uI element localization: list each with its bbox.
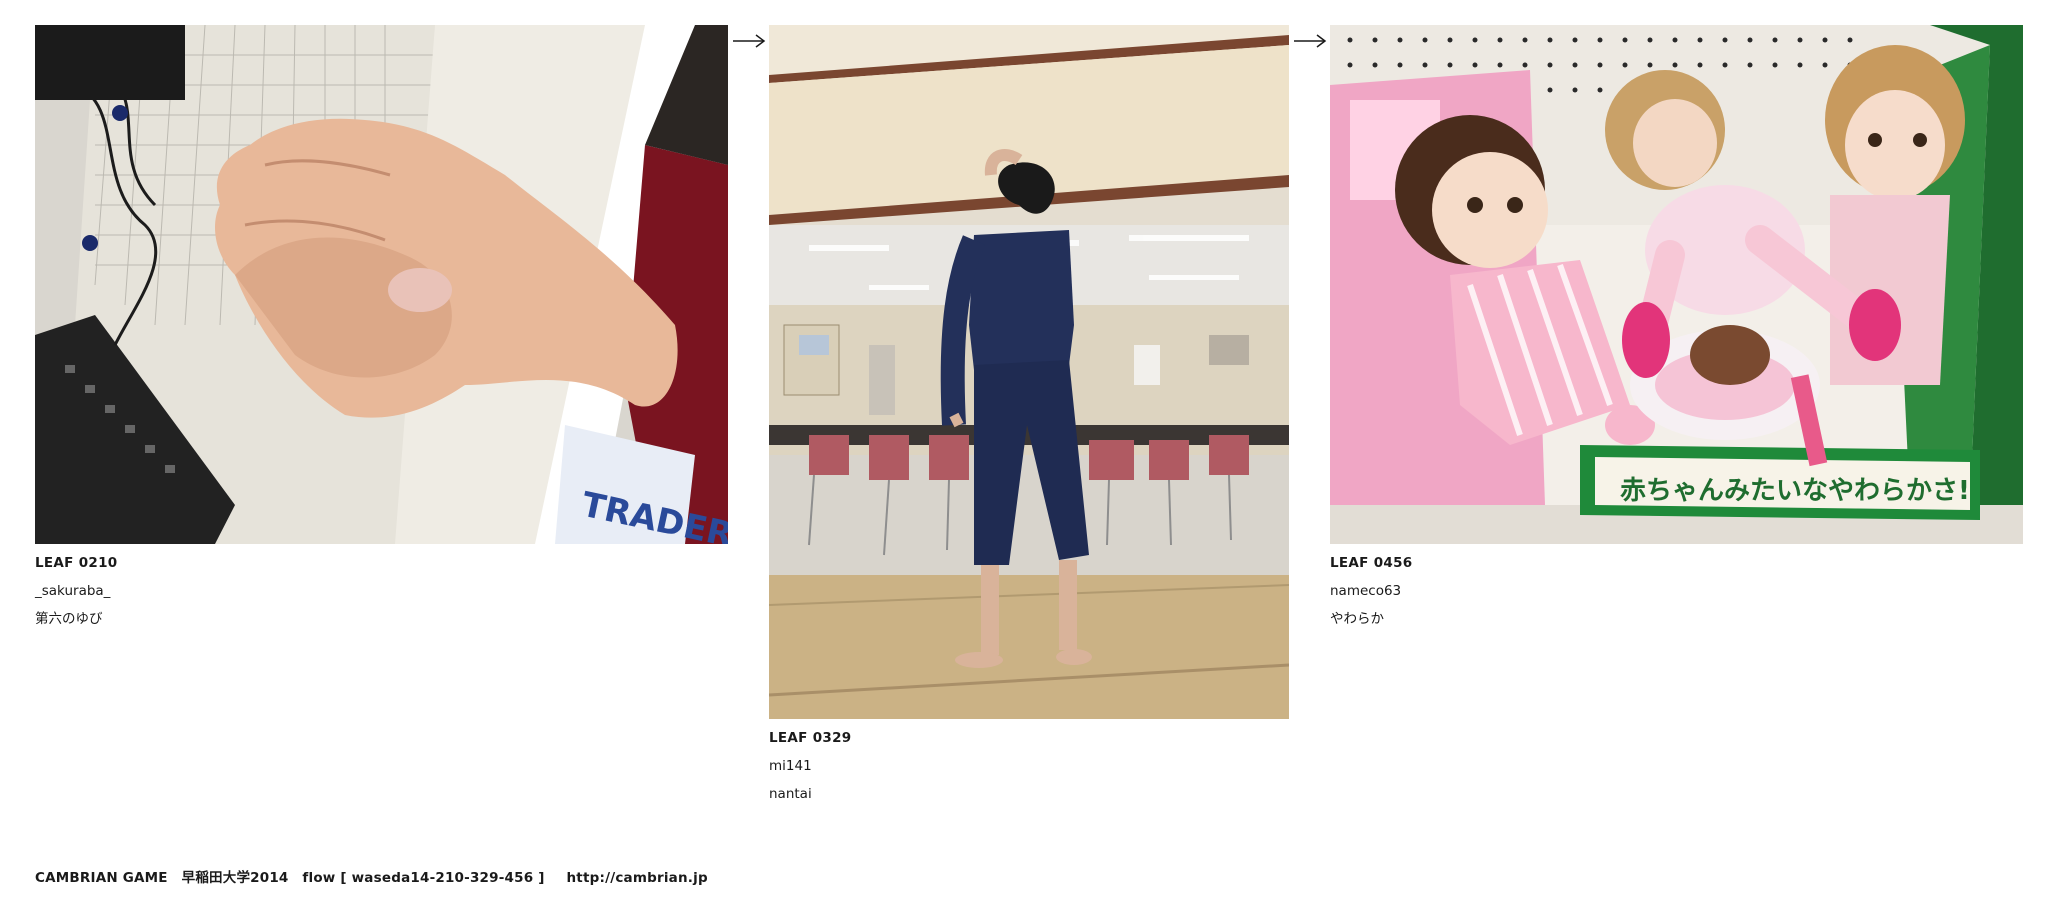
leaf-photo-0210[interactable]: TRADER: [35, 25, 728, 544]
leaf-caption-0329: LEAF 0329 mi141 nantai: [769, 724, 851, 808]
leaf-photo-0456[interactable]: 赤ちゃんみたいなやわらかさ!: [1330, 25, 2023, 544]
svg-text:赤ちゃんみたいなやわらかさ!: 赤ちゃんみたいなやわらかさ!: [1620, 476, 1970, 506]
leaf-title-label: 第六のゆび: [35, 611, 103, 627]
leaf-id-label: LEAF 0210: [35, 555, 118, 571]
leaf-caption-0456: LEAF 0456 nameco63 やわらか: [1330, 549, 1412, 633]
footer-url-link[interactable]: http://cambrian.jp: [567, 870, 708, 886]
leaf-photo-0329[interactable]: [769, 25, 1289, 719]
footer: CAMBRIAN GAME 早稲田大学2014 flow [ waseda14-…: [35, 866, 717, 886]
leaf-id-label: LEAF 0456: [1330, 555, 1413, 571]
leaf-user-link[interactable]: mi141: [769, 752, 851, 780]
footer-event: 早稲田大学2014: [181, 870, 289, 886]
leaf-user-link[interactable]: nameco63: [1330, 577, 1412, 605]
leaf-title-label: やわらか: [1330, 611, 1384, 627]
footer-brand: CAMBRIAN GAME: [35, 870, 168, 886]
leaf-user-link[interactable]: _sakuraba_: [35, 577, 117, 605]
arrow-right-icon: [1293, 33, 1327, 49]
person-bending-photo-icon: [769, 25, 1289, 719]
footer-flow-label: flow [ waseda14-210-329-456 ]: [302, 870, 545, 886]
dolls-shelf-photo-icon: 赤ちゃんみたいなやわらかさ!: [1330, 25, 2023, 544]
leaf-id-label: LEAF 0329: [769, 730, 852, 746]
leaf-caption-0210: LEAF 0210 _sakuraba_ 第六のゆび: [35, 549, 117, 633]
arrow-right-icon: [732, 33, 766, 49]
fist-hand-photo-icon: TRADER: [35, 25, 728, 544]
leaf-title-label: nantai: [769, 786, 812, 802]
